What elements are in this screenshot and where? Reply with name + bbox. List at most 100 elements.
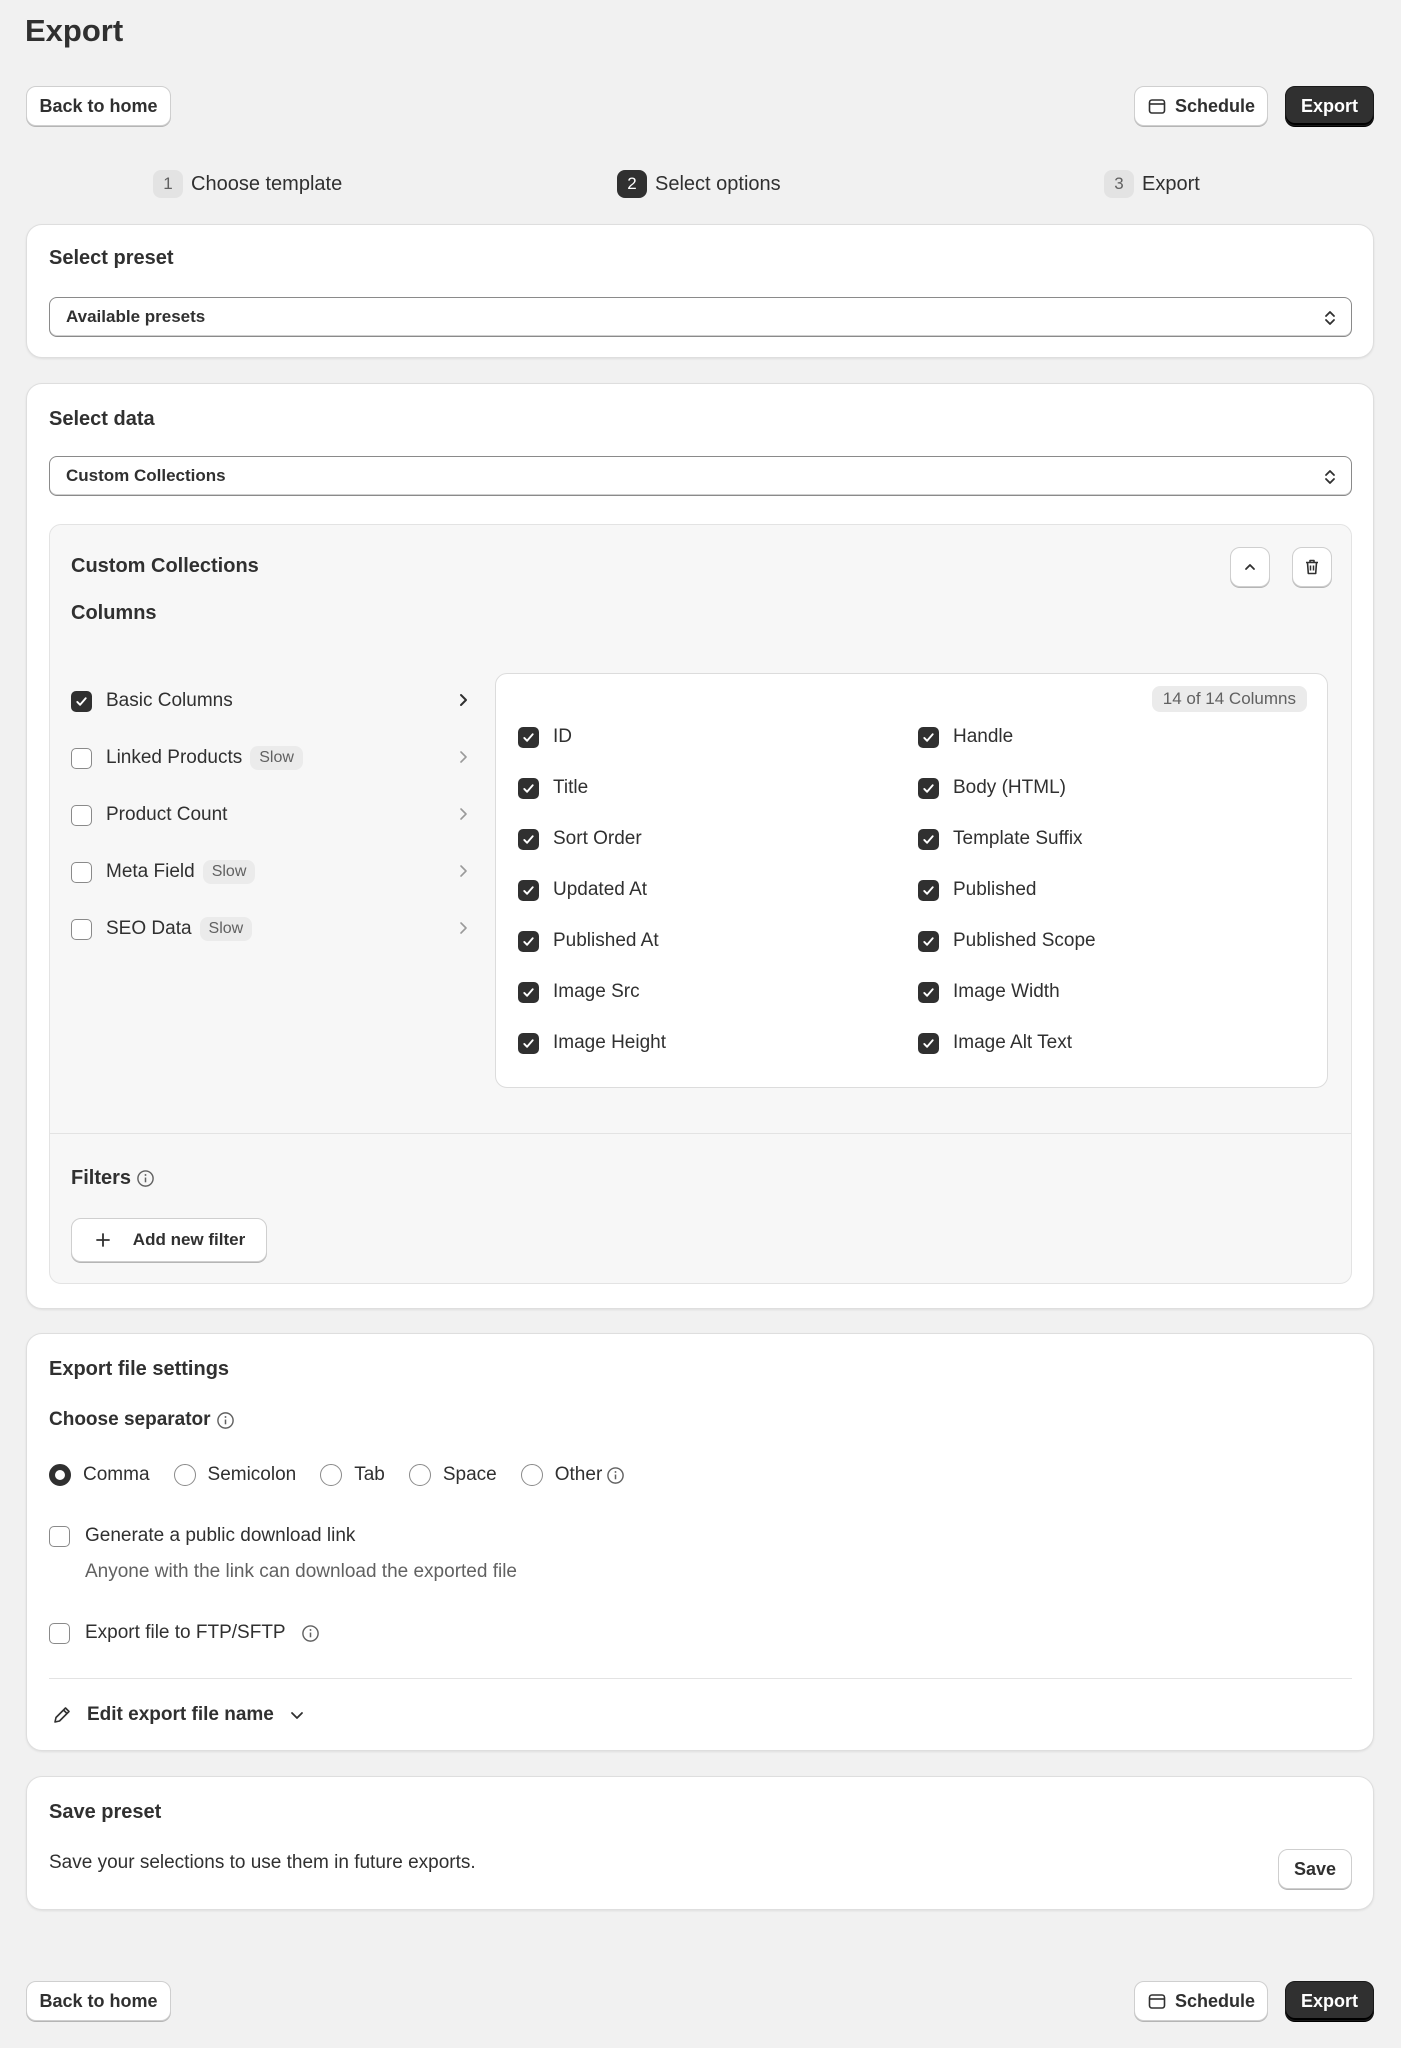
select-preset-card: Select preset Available presets [26,224,1374,358]
checkbox[interactable] [918,981,939,1003]
checkbox[interactable] [71,918,92,940]
separator-heading: Choose separator [49,1409,235,1431]
column-label: Handle [953,726,1014,747]
group-label: SEO Data [106,918,192,939]
column-group-product-count[interactable]: Product Count [71,800,471,830]
filters-title: Filters [71,1167,132,1189]
save-preset-title: Save preset [49,1801,162,1823]
export-button-bottom[interactable]: Export [1285,1981,1374,2021]
column-option[interactable]: Updated At [518,879,647,901]
check-icon [923,732,934,742]
checkbox[interactable] [49,1622,70,1644]
column-option[interactable]: Title [518,777,588,799]
back-to-home-button[interactable]: Back to home [26,86,171,126]
separator-option-comma[interactable]: Comma [49,1464,150,1486]
checkbox[interactable] [71,747,92,769]
public-link-option[interactable]: Generate a public download link [49,1525,355,1547]
column-label: Image Height [553,1032,667,1053]
schedule-button[interactable]: Schedule [1134,86,1268,126]
checkbox[interactable] [71,690,92,712]
checkbox[interactable] [49,1525,70,1547]
column-option[interactable]: Sort Order [518,828,642,850]
select-arrows-icon [1325,470,1335,484]
schedule-button-bottom[interactable]: Schedule [1134,1981,1268,2021]
checkbox[interactable] [518,879,539,901]
collapse-button[interactable] [1230,547,1270,587]
info-icon[interactable] [606,1466,625,1485]
calendar-icon [1148,99,1166,114]
column-group-basic-columns[interactable]: Basic Columns [71,686,471,716]
info-icon[interactable] [136,1169,155,1188]
checkbox[interactable] [918,777,939,799]
pencil-icon [54,1707,70,1723]
ftp-option[interactable]: Export file to FTP/SFTP [49,1622,320,1644]
checkbox[interactable] [71,804,92,826]
checkbox[interactable] [518,930,539,952]
column-option[interactable]: Image Alt Text [918,1032,1072,1054]
check-icon [923,885,934,895]
checkbox[interactable] [918,1032,939,1054]
export-button[interactable]: Export [1285,86,1374,126]
radio[interactable] [320,1464,343,1486]
data-type-select[interactable]: Custom Collections [49,456,1352,496]
divider [49,1678,1352,1679]
checkbox[interactable] [918,879,939,901]
preset-select[interactable]: Available presets [49,297,1352,337]
column-group-meta-field[interactable]: Meta Field Slow [71,857,471,887]
separator-label: Choose separator [49,1409,211,1430]
radio[interactable] [173,1464,196,1486]
checkbox[interactable] [518,981,539,1003]
checkbox[interactable] [518,828,539,850]
column-option[interactable]: Handle [918,726,1013,748]
checkbox[interactable] [518,726,539,748]
custom-collections-panel: Custom Collections Columns Basic Columns… [49,524,1352,1284]
column-option[interactable]: Template Suffix [918,828,1083,850]
separator-option-tab[interactable]: Tab [320,1464,385,1486]
step-export[interactable]: 3 Export [1104,170,1200,198]
separator-option-space[interactable]: Space [408,1464,497,1486]
calendar-icon [1148,1994,1166,2009]
checkbox[interactable] [518,777,539,799]
checkbox[interactable] [918,726,939,748]
step-select-options[interactable]: 2 Select options [617,170,781,198]
add-new-filter-button[interactable]: Add new filter [71,1218,267,1262]
select-data-card: Select data Custom Collections Custom Co… [26,383,1374,1309]
checkbox[interactable] [918,828,939,850]
columns-count-badge: 14 of 14 Columns [1151,686,1307,712]
column-group-seo-data[interactable]: SEO Data Slow [71,914,471,944]
radio[interactable] [520,1464,543,1486]
column-label: Published Scope [953,930,1096,951]
step-number: 1 [153,170,183,198]
step-choose-template[interactable]: 1 Choose template [153,170,342,198]
chevron-right-icon [460,808,467,820]
checkbox[interactable] [71,861,92,883]
save-preset-button[interactable]: Save [1278,1849,1352,1889]
radio[interactable] [49,1464,71,1486]
separator-option-other[interactable]: Other [520,1464,626,1486]
separator-option-semicolon[interactable]: Semicolon [173,1464,296,1486]
back-to-home-button-bottom[interactable]: Back to home [26,1981,171,2021]
info-icon[interactable] [216,1411,235,1430]
column-option[interactable]: Published Scope [918,930,1096,952]
column-option[interactable]: Body (HTML) [918,777,1066,799]
edit-file-name-toggle[interactable]: Edit export file name [51,1704,306,1726]
column-option[interactable]: ID [518,726,572,748]
checkbox[interactable] [918,930,939,952]
checkbox[interactable] [518,1032,539,1054]
column-option[interactable]: Published [918,879,1036,901]
info-icon[interactable] [301,1624,320,1643]
columns-title: Columns [71,602,157,624]
chevron-right-icon [460,751,467,763]
column-option[interactable]: Image Height [518,1032,666,1054]
column-option[interactable]: Image Width [918,981,1060,1003]
select-preset-title: Select preset [49,247,174,269]
plus-icon [95,1233,110,1247]
select-arrows-icon [1325,311,1335,325]
column-option[interactable]: Image Src [518,981,640,1003]
radio[interactable] [408,1464,431,1486]
panel-title: Custom Collections [71,555,259,577]
column-option[interactable]: Published At [518,930,659,952]
column-group-linked-products[interactable]: Linked Products Slow [71,743,471,773]
column-label: ID [553,726,572,747]
delete-button[interactable] [1292,547,1332,587]
